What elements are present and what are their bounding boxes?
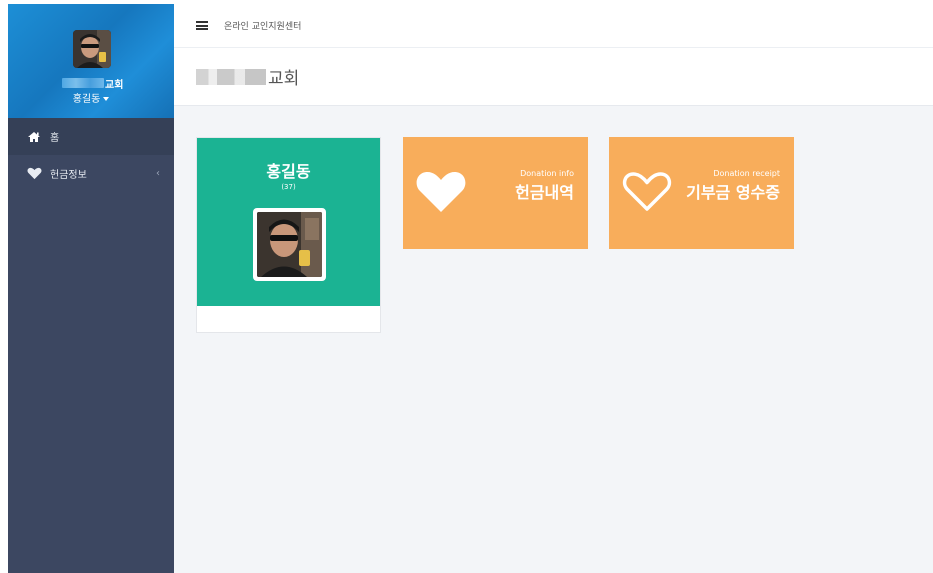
menu-toggle-icon[interactable]: [196, 21, 208, 30]
donation-receipt-card[interactable]: Donation receipt 기부금 영수증: [609, 137, 794, 249]
user-dropdown[interactable]: 홍길동: [8, 90, 174, 105]
caret-down-icon: [103, 97, 110, 101]
home-icon: [26, 130, 42, 144]
sidebar-item-label: 헌금정보: [50, 170, 87, 181]
church-name-redacted: [62, 78, 104, 88]
page-title-redacted: [196, 68, 266, 85]
donation-receipt-subtitle: Donation receipt: [713, 169, 780, 178]
profile-name: 홍길동: [266, 162, 311, 181]
donation-info-subtitle: Donation info: [520, 169, 574, 178]
sidebar-item-label: 홈: [50, 133, 60, 144]
donation-info-card[interactable]: Donation info 헌금내역: [403, 137, 588, 249]
profile-card: 홍길동 (37): [196, 137, 381, 333]
sidebar-item-donation-info[interactable]: 헌금정보 ‹: [8, 155, 174, 192]
heart-icon: [415, 169, 467, 217]
church-name: 교회: [62, 76, 124, 91]
user-name: 홍길동: [72, 94, 101, 105]
main-content: 홍길동 (37) Donation info 헌금내역 Donation rec…: [174, 106, 933, 573]
profile-card-header: 홍길동 (37): [197, 138, 380, 306]
profile-photo: [253, 208, 326, 281]
heart-outline-icon: [621, 169, 673, 217]
top-bar: 온라인 교인지원센터: [174, 4, 933, 48]
sidebar-profile: 교회 홍길동: [8, 4, 174, 118]
app-title: 온라인 교인지원센터: [224, 22, 302, 32]
page-title-suffix: 교회: [268, 69, 300, 89]
donation-receipt-title: 기부금 영수증: [686, 183, 780, 202]
heart-icon: [26, 167, 42, 181]
page-header: 교회: [174, 48, 933, 106]
chevron-left-icon: ‹: [156, 168, 160, 179]
sidebar-item-home[interactable]: 홈: [8, 118, 174, 155]
donation-info-title: 헌금내역: [515, 183, 574, 202]
church-name-suffix: 교회: [105, 79, 124, 91]
profile-age: (37): [281, 183, 296, 191]
sidebar: 교회 홍길동 홈 헌금정보 ‹: [8, 4, 174, 573]
avatar: [73, 30, 111, 68]
